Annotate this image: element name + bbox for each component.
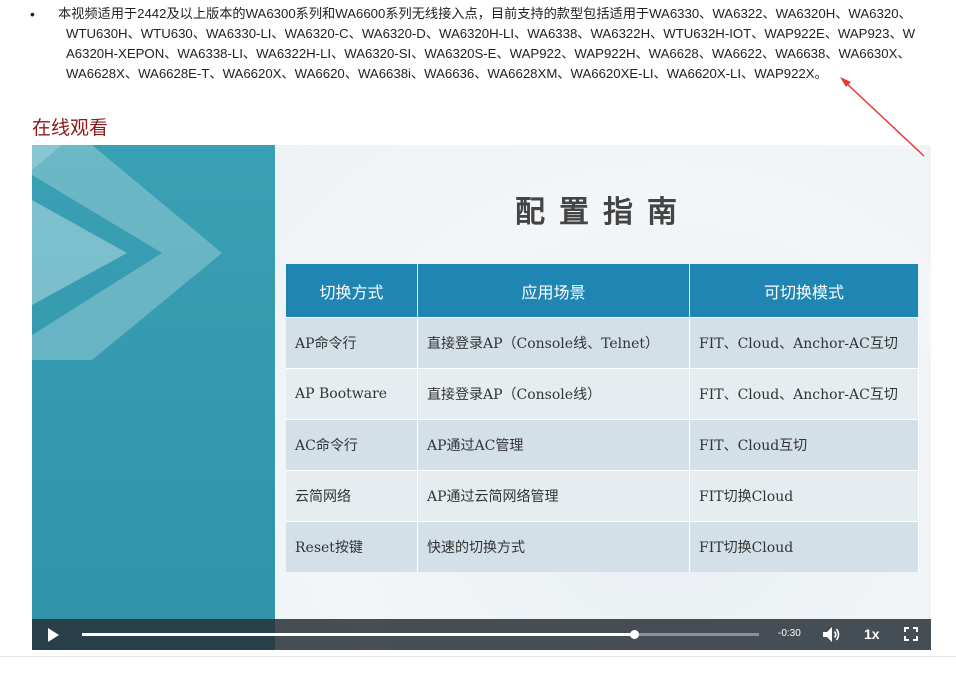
progress-bar[interactable] xyxy=(82,630,759,639)
table-row: 云简网络 AP通过云简网络管理 FIT切换Cloud xyxy=(286,470,919,522)
config-guide-table: 切换方式 应用场景 可切换模式 AP命令行 直接登录AP（Console线、Te… xyxy=(286,264,919,572)
fullscreen-icon[interactable] xyxy=(904,627,918,641)
table-cell: AP通过AC管理 xyxy=(417,419,690,471)
section-title-online-watch: 在线观看 xyxy=(32,117,109,139)
header-modes: 可切换模式 xyxy=(689,264,919,318)
content-divider xyxy=(0,656,956,657)
intro-paragraph: • 本视频适用于2442及以上版本的WA6300系列和WA6600系列无线接入点… xyxy=(30,4,920,84)
header-switch-method: 切换方式 xyxy=(286,264,418,318)
slide-title: 配置指南 xyxy=(515,195,691,230)
table-header-row: 切换方式 应用场景 可切换模式 xyxy=(286,264,919,318)
playback-speed-button[interactable]: 1x xyxy=(864,626,880,642)
table-cell: FIT、Cloud互切 xyxy=(689,419,919,471)
table-cell: 直接登录AP（Console线） xyxy=(417,368,690,420)
table-row: AC命令行 AP通过AC管理 FIT、Cloud互切 xyxy=(286,419,919,471)
table-cell: 云简网络 xyxy=(286,470,418,522)
table-cell: Reset按键 xyxy=(286,521,418,572)
table-row: Reset按键 快速的切换方式 FIT切换Cloud xyxy=(286,521,919,572)
table-cell: FIT、Cloud、Anchor-AC互切 xyxy=(689,368,919,420)
bullet-marker: • xyxy=(30,6,35,22)
table-cell: 快速的切换方式 xyxy=(417,521,690,572)
table-cell: FIT切换Cloud xyxy=(689,470,919,522)
chevron-decoration-icon xyxy=(32,145,222,360)
video-player[interactable]: 配置指南 切换方式 应用场景 可切换模式 AP命令行 直接登录AP（Consol… xyxy=(32,145,931,650)
table-row: AP Bootware 直接登录AP（Console线） FIT、Cloud、A… xyxy=(286,368,919,420)
progress-thumb[interactable] xyxy=(629,630,639,639)
table-cell: AC命令行 xyxy=(286,419,418,471)
header-scenario: 应用场景 xyxy=(417,264,690,318)
table-cell: AP Bootware xyxy=(286,368,418,420)
table-cell: FIT切换Cloud xyxy=(689,521,919,572)
table-cell: AP命令行 xyxy=(286,317,418,369)
play-icon[interactable] xyxy=(48,628,59,642)
volume-icon[interactable] xyxy=(822,626,840,643)
table-cell: AP通过云简网络管理 xyxy=(417,470,690,522)
table-cell: 直接登录AP（Console线、Telnet） xyxy=(417,317,690,369)
table-cell: FIT、Cloud、Anchor-AC互切 xyxy=(689,317,919,369)
progress-fill xyxy=(82,633,634,636)
time-remaining: -0:30 xyxy=(778,628,801,639)
table-row: AP命令行 直接登录AP（Console线、Telnet） FIT、Cloud、… xyxy=(286,317,919,369)
intro-text: 本视频适用于2442及以上版本的WA6300系列和WA6600系列无线接入点，目… xyxy=(58,6,916,81)
video-controls-bar: -0:30 1x xyxy=(32,619,931,650)
slide-left-decoration xyxy=(32,145,275,650)
